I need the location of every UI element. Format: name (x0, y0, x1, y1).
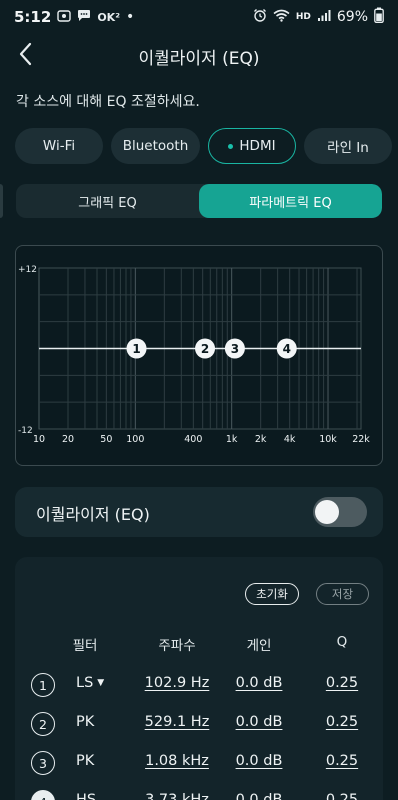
filter-type-label: PK (76, 714, 95, 730)
filter-row-2: 2 PK 529.1 Hz 0.0 dB 0.25 (15, 709, 383, 739)
tab-label: 파라메트릭 EQ (249, 195, 332, 211)
ok-badge: OK² (97, 10, 121, 24)
eq-band-label: 3 (231, 342, 239, 356)
header-q: Q (336, 634, 348, 650)
status-left: 5:12 OK² • (14, 8, 134, 26)
x-tick-label: 50 (100, 434, 112, 445)
x-tick-label: 2k (255, 434, 267, 445)
filter-row-1: 1 LS ▼ 102.9 Hz 0.0 dB 0.25 (15, 670, 383, 700)
signal-icon (317, 9, 331, 26)
dropdown-arrow-icon: ▼ (97, 678, 105, 688)
hd-voice-badge: HD (295, 12, 311, 22)
header-filter: 필터 (72, 638, 98, 654)
toggle-knob (315, 500, 339, 524)
eq-graph[interactable]: +12 -12 10 20 50 100 400 1k 2k 4k 10k 22k 1 2 3 4 (15, 245, 383, 466)
filter-frequency[interactable]: 102.9 Hz (145, 675, 210, 691)
x-tick-label: 400 (184, 434, 202, 445)
x-tick-label: 10 (33, 434, 45, 445)
tab-parametric-eq[interactable]: 파라메트릭 EQ (199, 184, 382, 218)
side-edge-handle (0, 184, 3, 218)
source-label: Bluetooth (122, 138, 189, 154)
x-tick-label: 1k (226, 434, 238, 445)
filter-gain[interactable]: 0.0 dB (236, 792, 283, 800)
y-tick-label-top: +12 (18, 265, 37, 275)
status-right: HD 69% (253, 7, 384, 27)
filter-q[interactable]: 0.25 (326, 714, 358, 730)
battery-icon (374, 7, 384, 27)
filter-frequency[interactable]: 3.73 kHz (145, 792, 209, 800)
eq-band-label: 4 (283, 342, 291, 356)
page-title: 이퀄라이저 (EQ) (138, 48, 260, 69)
x-tick-label: 22k (352, 434, 370, 445)
wifi-icon (273, 9, 290, 26)
eq-band-label: 2 (201, 342, 209, 356)
tab-label: 그래픽 EQ (78, 195, 137, 211)
filter-type: HS (76, 792, 96, 800)
header-frequency: 주파수 (158, 638, 196, 654)
source-chip-line-in[interactable]: 라인 In (304, 128, 392, 164)
filter-type-label: PK (76, 753, 95, 769)
filter-number: 4 (31, 790, 55, 800)
eq-band-label: 1 (132, 342, 140, 356)
equalizer-toggle[interactable] (313, 497, 367, 527)
filter-q[interactable]: 0.25 (326, 753, 358, 769)
filter-q[interactable]: 0.25 (326, 792, 358, 800)
filter-row-3: 3 PK 1.08 kHz 0.0 dB 0.25 (15, 748, 383, 778)
filter-gain[interactable]: 0.0 dB (236, 753, 283, 769)
equalizer-label: 이퀄라이저 (EQ) (36, 505, 150, 524)
source-label: Wi-Fi (42, 138, 76, 154)
app-bar: 이퀄라이저 (EQ) (0, 36, 398, 76)
save-button[interactable]: 저장 (316, 583, 369, 605)
notification-dot: • (126, 9, 135, 25)
filter-number: 1 (31, 673, 55, 697)
alarm-icon (253, 8, 267, 26)
filter-row-4: 4 HS 3.73 kHz 0.0 dB 0.25 (15, 787, 383, 800)
chat-icon (77, 9, 91, 25)
battery-percent: 69% (336, 9, 368, 25)
source-label: HDMI (239, 138, 276, 154)
eq-mode-tabs: 그래픽 EQ 파라메트릭 EQ (16, 184, 382, 218)
source-chip-hdmi[interactable]: HDMI (208, 128, 296, 164)
filter-gain[interactable]: 0.0 dB (236, 675, 283, 691)
source-selector: Wi-Fi Bluetooth HDMI 라인 In (0, 128, 398, 164)
source-chip-wifi[interactable]: Wi-Fi (15, 128, 103, 164)
header-gain: 게인 (246, 638, 272, 654)
filter-q[interactable]: 0.25 (326, 675, 358, 691)
status-bar: 5:12 OK² • HD 69% (0, 0, 398, 34)
status-time: 5:12 (14, 8, 52, 26)
filter-panel: 초기화 저장 필터 주파수 게인 Q 1 LS ▼ 102.9 Hz 0.0 d… (15, 557, 383, 800)
x-tick-label: 100 (126, 434, 144, 445)
filter-frequency[interactable]: 1.08 kHz (145, 753, 209, 769)
source-label: 라인 In (327, 140, 369, 156)
x-tick-label: 4k (284, 434, 296, 445)
screenshot-icon (57, 9, 72, 25)
x-tick-label: 10k (319, 434, 337, 445)
eq-chart-svg: +12 -1210 20 50 100 400 1k 2k 4k 10k 22k 1 2 3 4 (18, 265, 370, 445)
tab-graphic-eq[interactable]: 그래픽 EQ (16, 184, 199, 218)
filter-gain[interactable]: 0.0 dB (236, 714, 283, 730)
filter-type: PK (76, 714, 94, 730)
filter-frequency[interactable]: 529.1 Hz (145, 714, 210, 730)
page-subtitle: 각 소스에 대해 EQ 조절하세요. (16, 94, 200, 110)
x-tick-label: 20 (62, 434, 74, 445)
filter-type: LS (76, 675, 94, 691)
filter-type: PK (76, 753, 94, 769)
active-dot-icon (228, 143, 234, 149)
filter-type-dropdown[interactable]: LS ▼ (76, 675, 104, 691)
y-tick-label-bottom: -12 (18, 426, 33, 436)
back-button[interactable] (8, 38, 44, 74)
filter-number: 3 (31, 751, 55, 775)
back-arrow-icon (18, 42, 34, 70)
reset-button[interactable]: 초기화 (245, 583, 299, 605)
filter-type-label: HS (76, 792, 97, 800)
equalizer-toggle-card: 이퀄라이저 (EQ) (15, 487, 383, 537)
filter-number: 2 (31, 712, 55, 736)
source-chip-bluetooth[interactable]: Bluetooth (111, 128, 200, 164)
